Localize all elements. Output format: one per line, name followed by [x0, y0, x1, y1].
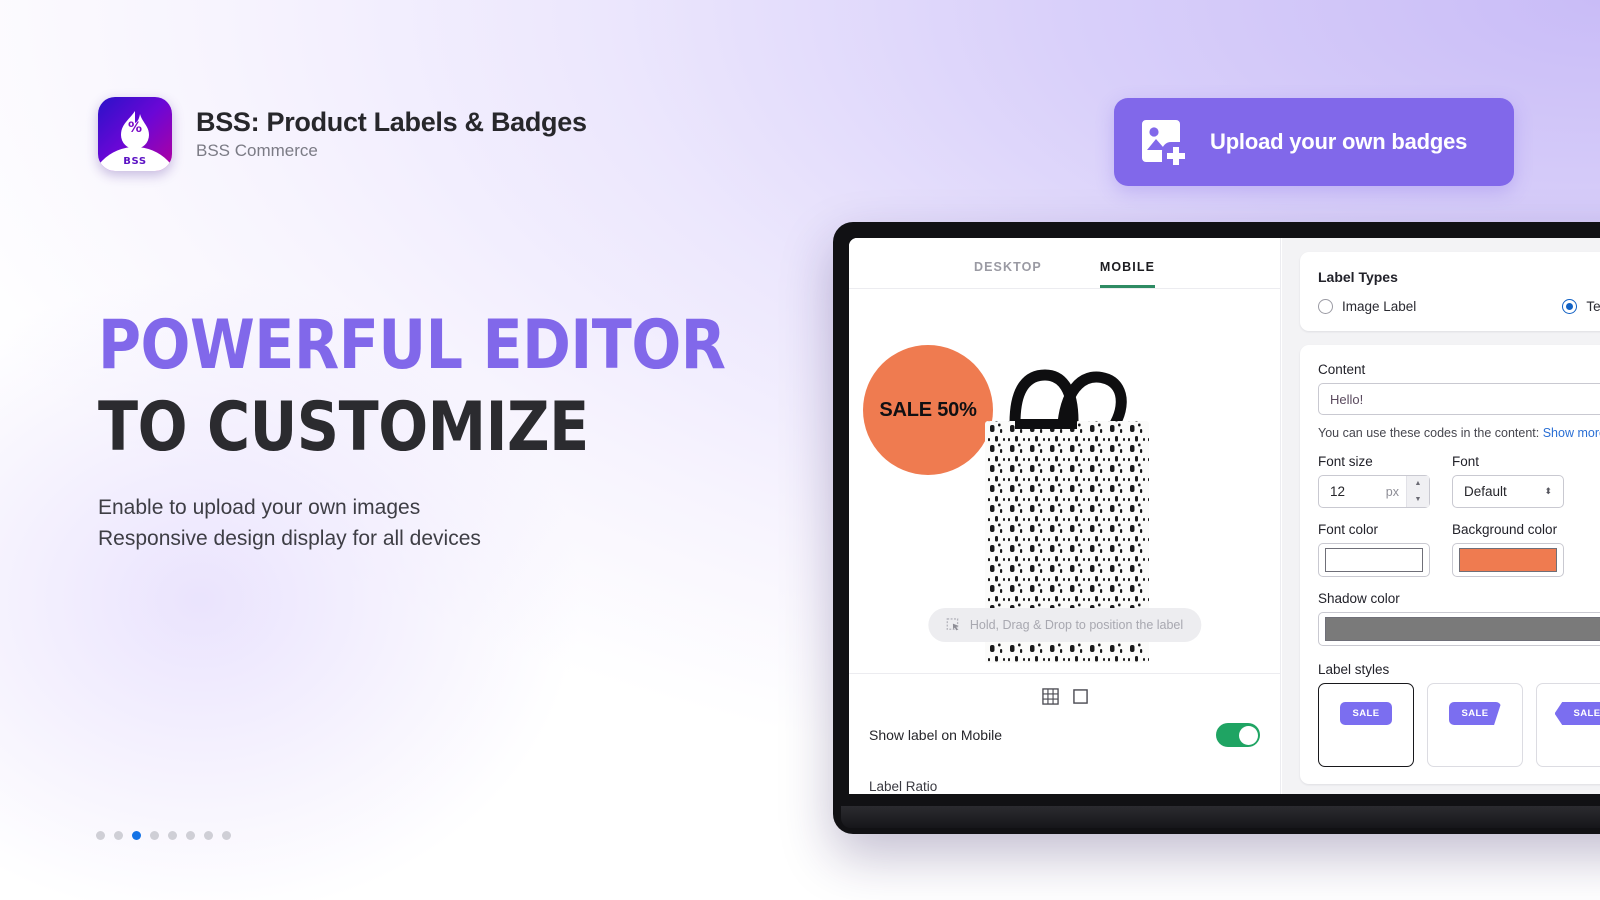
font-select-value: Default	[1464, 484, 1507, 499]
show-more-link[interactable]: Show more	[1543, 426, 1600, 440]
label-preview-panel: DESKTOP MOBILE SALE 50% Hold, Drag & Dro…	[849, 238, 1281, 794]
label-style-arrow-badge: SALE	[1554, 702, 1600, 725]
show-label-mobile-label: Show label on Mobile	[869, 727, 1003, 743]
label-style-rect-badge: SALE	[1339, 702, 1393, 725]
carousel-dot[interactable]	[114, 831, 123, 840]
carousel-dots[interactable]	[96, 831, 231, 840]
label-types-heading: Label Types	[1318, 269, 1398, 285]
slide-canvas: % BSS BSS: Product Labels & Badges BSS C…	[0, 0, 1600, 900]
view-mode-icons	[869, 688, 1260, 705]
subtext-line-2: Responsive design display for all device…	[98, 527, 481, 551]
shadow-color-label: Shadow color	[1318, 591, 1400, 606]
single-view-icon[interactable]	[1072, 689, 1088, 704]
label-styles-list: SALE SALE SALE	[1318, 683, 1600, 767]
label-ratio-label: Label Ratio	[869, 779, 938, 794]
carousel-dot[interactable]	[222, 831, 231, 840]
toggle-knob	[1238, 725, 1258, 745]
label-style-arrow[interactable]: SALE	[1536, 683, 1600, 767]
app-header: % BSS BSS: Product Labels & Badges BSS C…	[98, 97, 587, 171]
app-title: BSS: Product Labels & Badges	[196, 106, 587, 137]
laptop-mockup: DESKTOP MOBILE SALE 50% Hold, Drag & Dro…	[833, 222, 1600, 834]
font-size-group: Font size 12 px ▲ ▼	[1318, 454, 1430, 508]
background-color-picker[interactable]	[1452, 543, 1564, 577]
laptop-screen: DESKTOP MOBILE SALE 50% Hold, Drag & Dro…	[849, 238, 1600, 794]
device-tabs: DESKTOP MOBILE	[849, 238, 1280, 289]
label-settings-panel: Label Types Image Label Text Label Cont	[1282, 238, 1600, 794]
content-codes-hint: You can use these codes in the content: …	[1318, 426, 1600, 440]
content-hint-text: You can use these codes in the content:	[1318, 426, 1540, 440]
shadow-color-swatch	[1325, 617, 1600, 641]
upload-badges-button[interactable]: Upload your own badges	[1114, 98, 1514, 186]
radio-label-image-label: Image Label	[1342, 299, 1417, 314]
app-logo: % BSS	[98, 97, 172, 171]
background-color-group: Background color	[1452, 522, 1564, 577]
grid-view-icon[interactable]	[1041, 688, 1059, 705]
carousel-dot[interactable]	[96, 831, 105, 840]
label-types-card: Label Types Image Label Text Label	[1300, 252, 1600, 331]
label-style-tag-badge: SALE	[1448, 702, 1502, 725]
background-color-label: Background color	[1452, 522, 1558, 537]
show-label-row: Show label on Mobile	[869, 717, 1260, 753]
label-style-tag[interactable]: SALE	[1427, 683, 1523, 767]
radio-text-label[interactable]: Text Label	[1562, 299, 1600, 314]
label-types-radio-group: Image Label Text Label	[1318, 299, 1600, 314]
font-color-group: Font color	[1318, 522, 1430, 577]
radio-ring-text-label	[1562, 299, 1578, 314]
show-label-mobile-toggle[interactable]	[1216, 723, 1260, 747]
font-label: Font	[1452, 454, 1480, 469]
carousel-dot[interactable]	[204, 831, 213, 840]
carousel-dot[interactable]	[168, 831, 177, 840]
font-color-swatch	[1325, 548, 1423, 572]
font-group: Font Default ⬍	[1452, 454, 1564, 508]
subtext-line-1: Enable to upload your own images	[98, 496, 421, 519]
radio-ring-image-label	[1318, 299, 1333, 314]
app-vendor: BSS Commerce	[196, 140, 318, 160]
font-select[interactable]: Default ⬍	[1452, 475, 1564, 508]
drag-cursor-icon	[946, 617, 959, 630]
hero-headline: POWERFUL EDITOR TO CUSTOMIZE	[98, 306, 858, 467]
label-styles-label: Label styles	[1318, 662, 1390, 677]
stepper-up-icon[interactable]: ▲	[1407, 476, 1429, 492]
font-color-picker[interactable]	[1318, 543, 1430, 577]
font-size-arrows[interactable]: ▲ ▼	[1406, 476, 1429, 507]
font-size-unit: px	[1385, 484, 1399, 499]
hero-subtext: Enable to upload your own images Respons…	[98, 492, 718, 554]
logo-brand-text: BSS	[123, 156, 147, 167]
shadow-color-picker[interactable]	[1318, 612, 1600, 646]
carousel-dot[interactable]	[186, 831, 195, 840]
tab-mobile[interactable]: MOBILE	[1099, 260, 1156, 288]
shadow-color-group: Shadow color	[1318, 591, 1600, 646]
color-row: Font color Background color	[1318, 522, 1600, 577]
drag-position-hint[interactable]: Hold, Drag & Drop to position the label	[927, 608, 1202, 642]
content-field-label: Content	[1318, 362, 1366, 377]
content-input[interactable]: Hello!	[1318, 383, 1600, 415]
upload-badges-label: Upload your own badges	[1210, 129, 1468, 154]
background-color-swatch	[1459, 548, 1557, 572]
stepper-down-icon[interactable]: ▼	[1407, 491, 1429, 507]
font-color-label: Font color	[1318, 522, 1379, 537]
headline-line-2: TO CUSTOMIZE	[98, 387, 589, 467]
radio-image-label[interactable]: Image Label	[1318, 299, 1416, 314]
canvas-divider	[849, 673, 1280, 674]
tab-desktop[interactable]: DESKTOP	[974, 260, 1042, 288]
radio-label-text-label: Text Label	[1586, 299, 1600, 314]
preview-canvas[interactable]: SALE 50% Hold, Drag & Drop to position t…	[849, 289, 1280, 674]
font-size-value: 12	[1330, 484, 1346, 499]
headline-line-1: POWERFUL EDITOR	[98, 306, 726, 385]
logo-percent-symbol: %	[127, 120, 143, 137]
preview-controls: Show label on Mobile Label Ratio	[849, 674, 1280, 794]
carousel-dot[interactable]	[150, 831, 159, 840]
add-image-icon	[1142, 120, 1185, 165]
label-style-rect[interactable]: SALE	[1318, 683, 1414, 767]
font-size-stepper[interactable]: 12 px ▲ ▼	[1318, 475, 1430, 508]
select-chevron-icon: ⬍	[1544, 486, 1552, 496]
laptop-base	[841, 806, 1600, 828]
font-size-label: Font size	[1318, 454, 1373, 469]
font-row: Font size 12 px ▲ ▼ Font Default ⬍	[1318, 454, 1600, 508]
drag-hint-label: Hold, Drag & Drop to position the label	[969, 618, 1184, 632]
app-meta: BSS: Product Labels & Badges BSS Commerc…	[196, 107, 587, 161]
label-content-card: Content Hello! You can use these codes i…	[1300, 345, 1600, 784]
carousel-dot-active[interactable]	[132, 831, 141, 840]
